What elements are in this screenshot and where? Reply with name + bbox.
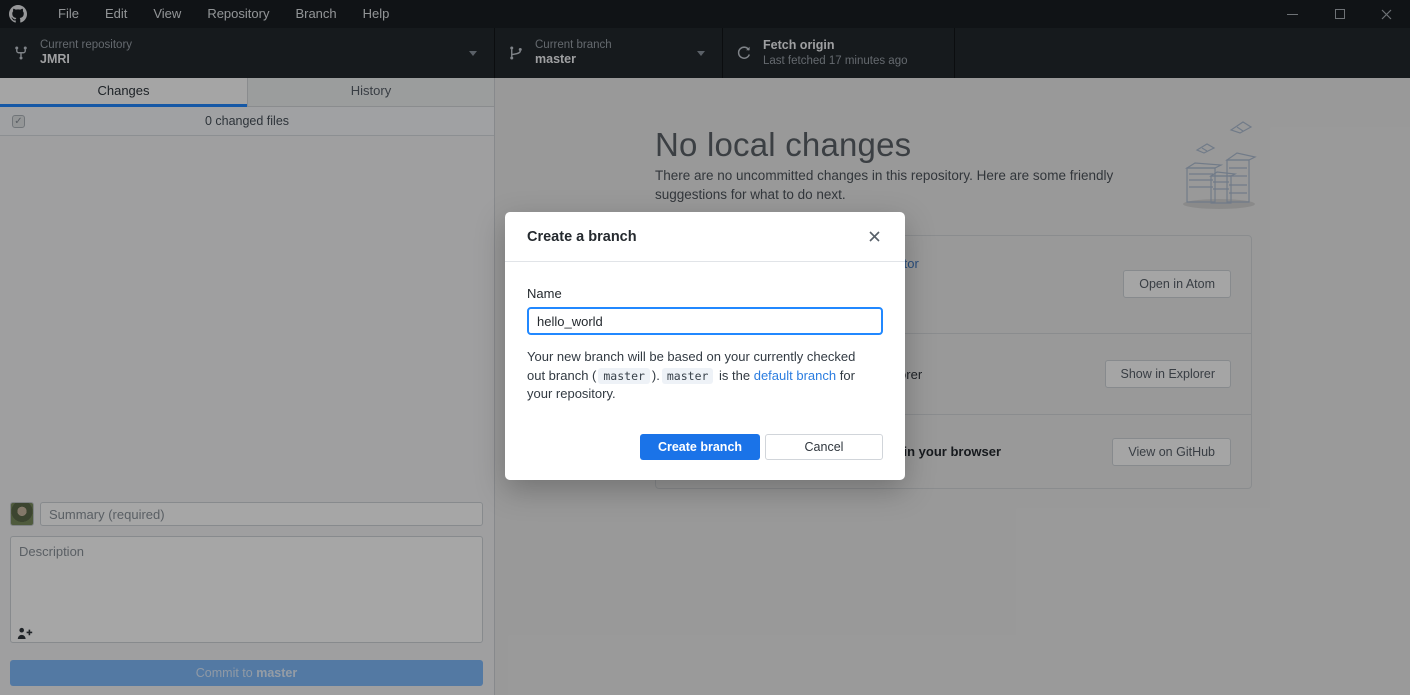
create-branch-dialog: Create a branch Name Your new branch wil…	[505, 212, 905, 480]
dialog-body: Name Your new branch will be based on yo…	[505, 262, 905, 413]
branch-code-chip: master	[598, 368, 650, 384]
create-branch-button[interactable]: Create branch	[640, 434, 760, 460]
branch-name-input[interactable]	[527, 307, 883, 335]
cancel-button[interactable]: Cancel	[765, 434, 883, 460]
dialog-header: Create a branch	[505, 212, 905, 262]
description-text: ).	[652, 368, 660, 383]
close-icon	[869, 231, 880, 242]
dialog-footer: Create branch Cancel	[505, 413, 905, 480]
dialog-description: Your new branch will be based on your cu…	[527, 348, 875, 404]
dialog-title: Create a branch	[527, 229, 637, 245]
branch-code-chip: master	[662, 368, 714, 384]
description-text: is the	[715, 368, 753, 383]
default-branch-link[interactable]: default branch	[754, 368, 836, 383]
name-label: Name	[527, 286, 883, 301]
dialog-close-button[interactable]	[863, 226, 885, 248]
